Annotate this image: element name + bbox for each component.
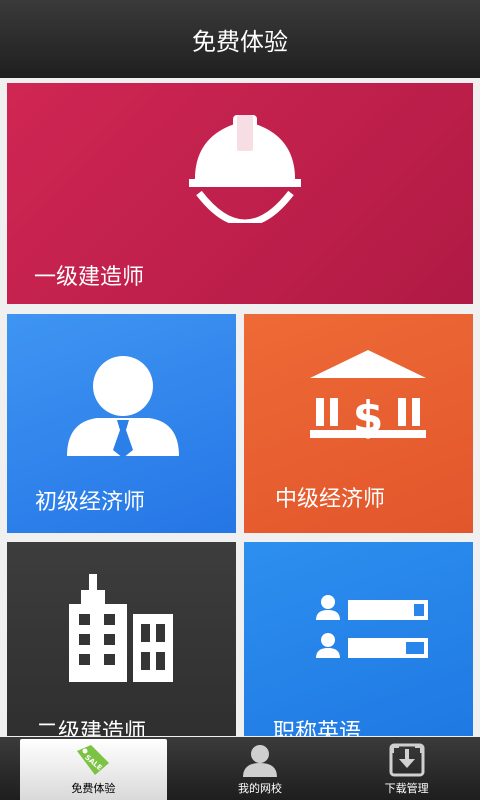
user-list-icon [316,595,428,658]
tile-zhongji-jingjishi[interactable]: $ 中级经济师 [244,314,473,533]
bank-icon: $ [310,350,426,443]
tile-label: 职称英语 [273,720,362,736]
tile-yiji-jianzaoshi[interactable]: 一级建造师 [7,83,473,304]
tile-chuji-jingjishi[interactable]: 初级经济师 [7,314,236,533]
tile-label: 一级建造师 [34,265,145,290]
businessman-icon [67,356,179,458]
buildings-icon [69,574,173,682]
tab-download-manager[interactable]: 下载管理 [333,737,480,800]
tab-label: 下载管理 [384,782,429,795]
tile-label: 二级建造师 [36,720,147,736]
tile-label: 初级经济师 [35,490,146,515]
page-title: 免费体验 [192,27,288,56]
tab-label: 我的网校 [238,782,282,795]
hardhat-icon [189,115,301,223]
download-box-icon [389,743,425,777]
top-bar: 免费体验 [0,0,480,78]
bottom-tab-bar: SALE 免费体验 我的网校 下载管理 [0,737,480,800]
tile-label: 中级经济师 [275,487,386,512]
tab-free-trial[interactable]: SALE 免费体验 [20,739,167,800]
tab-label: 免费体验 [71,782,116,795]
tile-zhicheng-yingyu[interactable]: 职称英语 [244,542,473,736]
sale-tag-icon: SALE [77,745,110,775]
tile-erji-jianzaoshi[interactable]: 二级建造师 [7,542,236,736]
tab-my-school[interactable]: 我的网校 [187,737,334,800]
person-icon [243,745,277,777]
